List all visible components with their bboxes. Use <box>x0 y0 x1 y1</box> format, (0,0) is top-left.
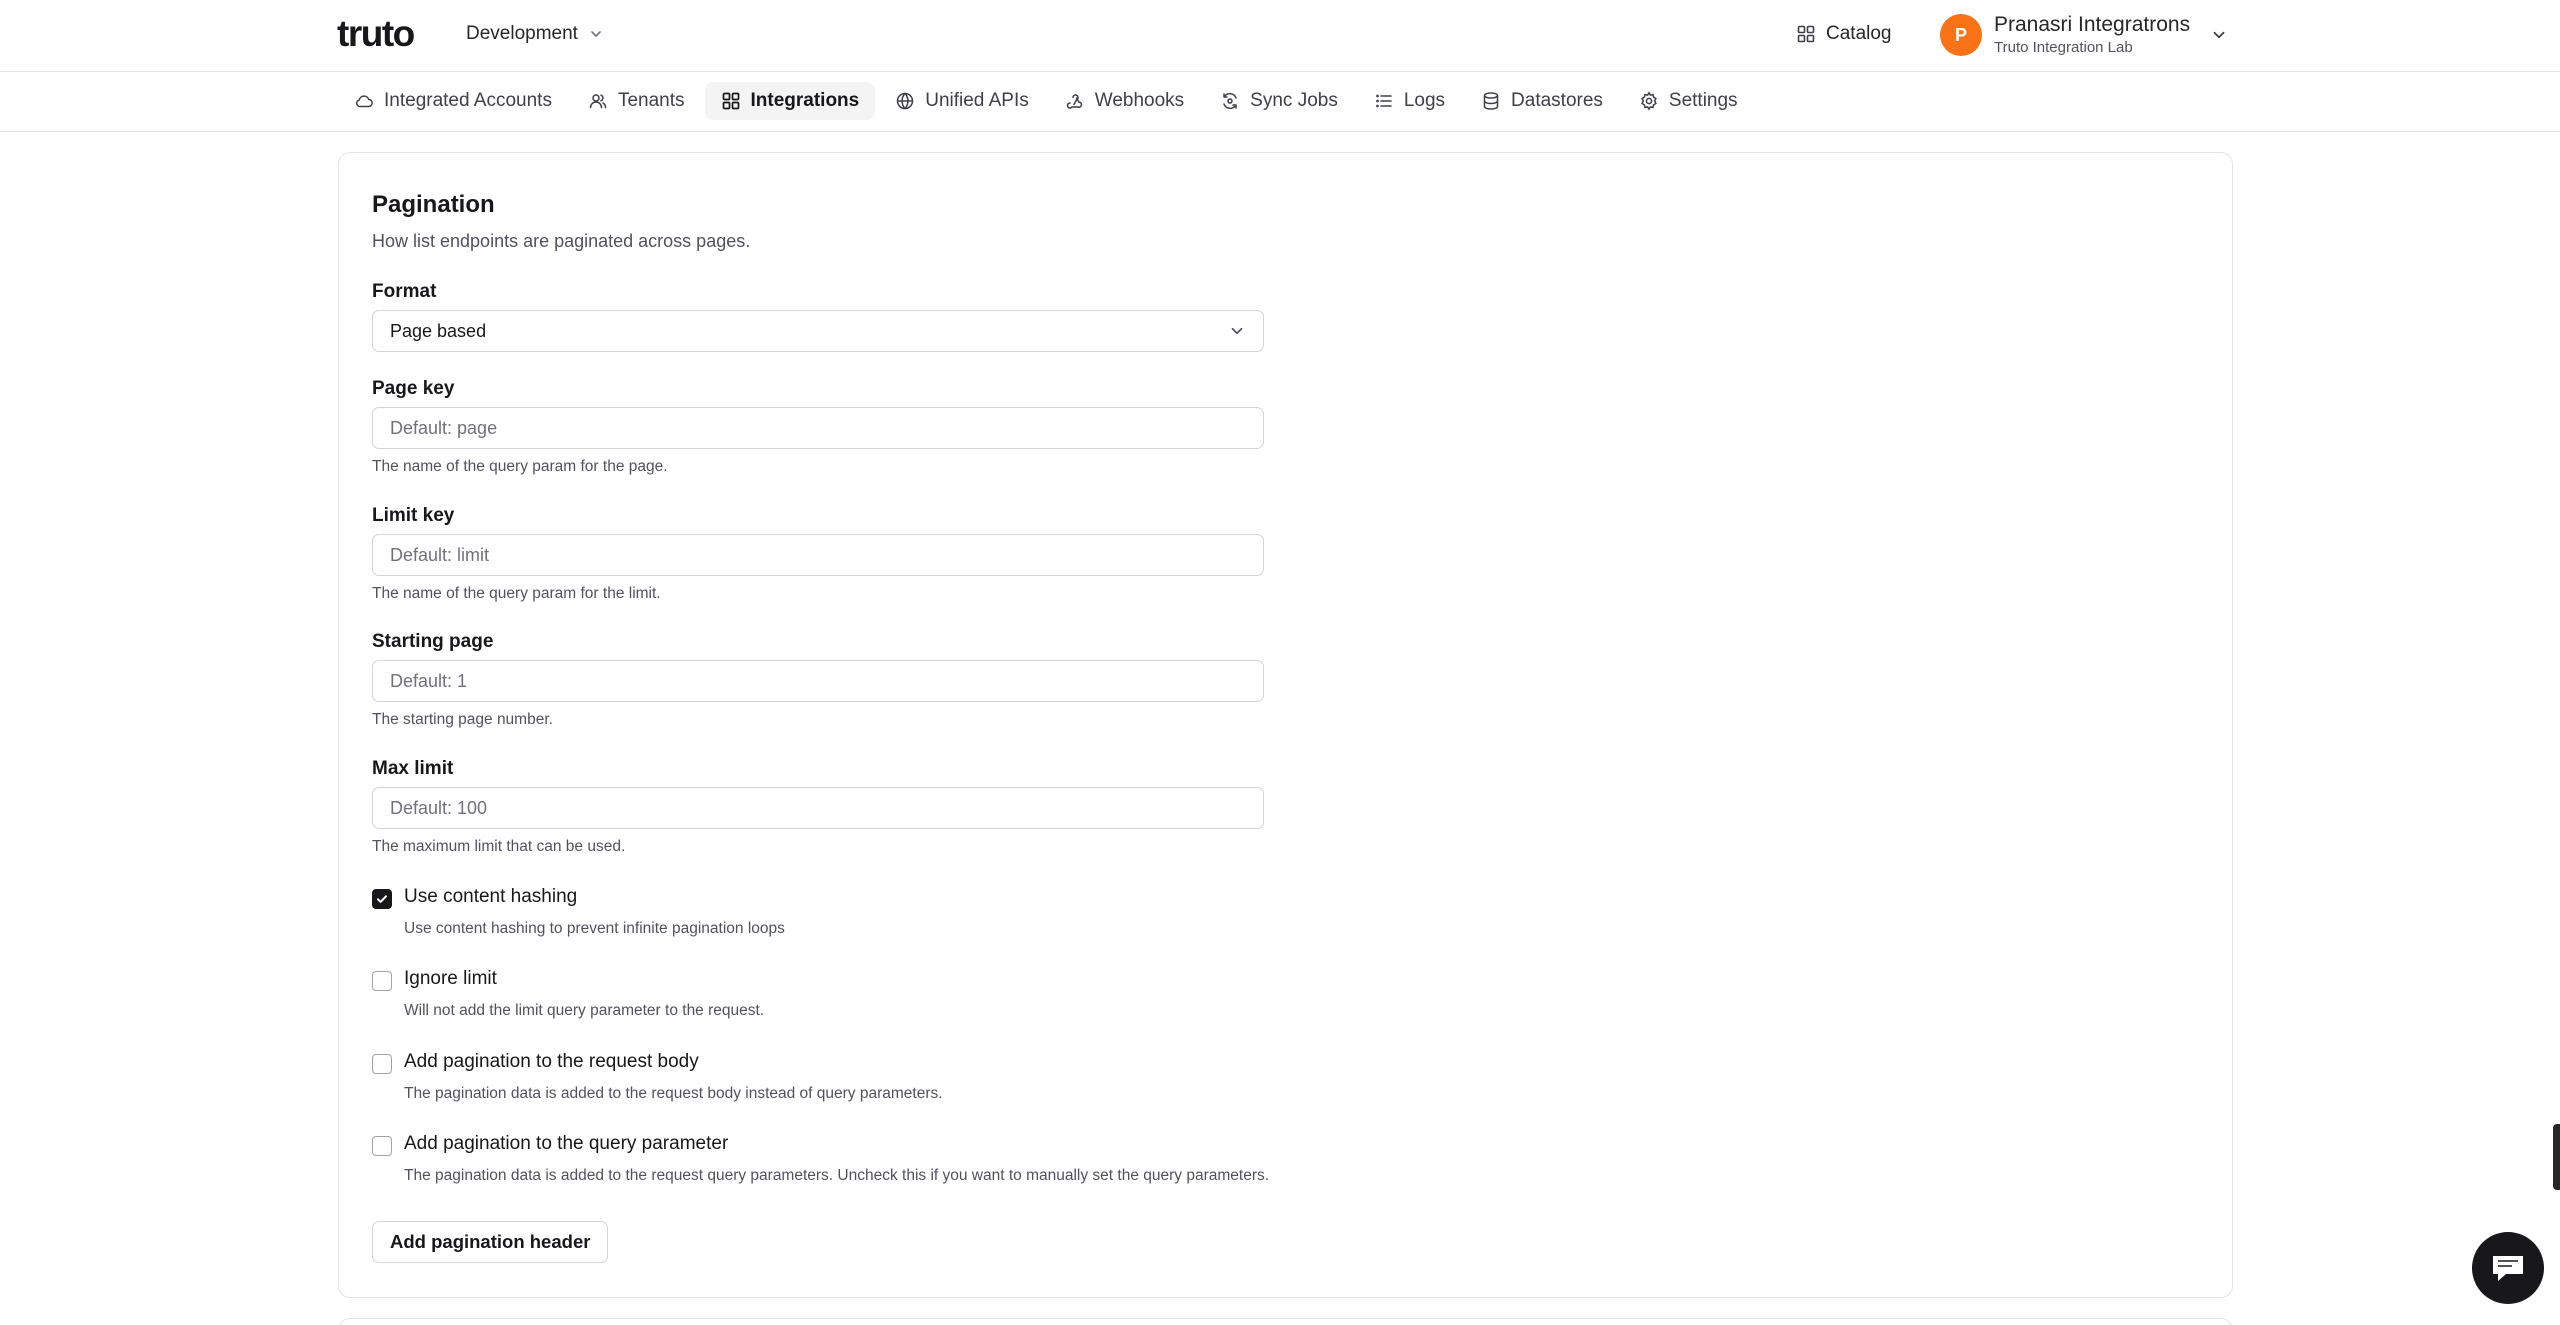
query-parameter-checkbox[interactable] <box>372 1136 392 1156</box>
tab-integrations[interactable]: Integrations <box>704 82 876 120</box>
query-parameter-help: The pagination data is added to the requ… <box>404 1167 1270 1184</box>
ignore-limit-checkbox[interactable] <box>372 971 392 991</box>
section-description: How list endpoints are paginated across … <box>372 231 751 251</box>
chevron-down-icon <box>591 31 601 37</box>
query-parameter-option: Add pagination to the query parameter Th… <box>372 1133 1269 1185</box>
tab-label: Settings <box>1668 90 1738 111</box>
list-icon <box>1375 94 1392 108</box>
ignore-limit-help: Will not add the limit query parameter t… <box>404 1002 765 1019</box>
tab-label: Tenants <box>617 90 685 111</box>
tab-webhooks[interactable]: Webhooks <box>1049 82 1200 120</box>
avatar-initial: P <box>1954 24 1967 45</box>
limit-key-input[interactable] <box>372 534 1264 576</box>
catalog-button[interactable]: Catalog <box>1796 18 1892 50</box>
catalog-label: Catalog <box>1826 23 1892 44</box>
limit-key-label: Limit key <box>372 505 455 526</box>
format-value: Page based <box>390 320 487 341</box>
organization-name: Truto Integration Lab <box>1994 39 2133 57</box>
webhook-icon <box>1066 94 1082 109</box>
tab-logs[interactable]: Logs <box>1358 82 1461 120</box>
truto-logo[interactable]: truto <box>337 13 415 54</box>
request-body-checkbox[interactable] <box>372 1054 392 1074</box>
request-body-help: The pagination data is added to the requ… <box>404 1085 943 1102</box>
tab-settings[interactable]: Settings <box>1623 82 1754 120</box>
pagination-card: Pagination How list endpoints are pagina… <box>338 152 2233 1298</box>
content-hashing-checkbox[interactable] <box>372 889 392 909</box>
add-pagination-header-button[interactable]: Add pagination header <box>372 1221 609 1263</box>
tab-label: Integrations <box>750 90 860 111</box>
next-section-card <box>338 1318 2233 1325</box>
users-icon <box>589 94 607 109</box>
tab-sync-jobs[interactable]: Sync Jobs <box>1204 82 1354 120</box>
ignore-limit-label[interactable]: Ignore limit <box>404 968 764 990</box>
tab-label: Webhooks <box>1094 90 1185 111</box>
chevron-down-icon <box>1231 327 1243 335</box>
logo-text: truto <box>337 13 415 54</box>
request-body-option: Add pagination to the request body The p… <box>372 1051 943 1103</box>
tab-unified-apis[interactable]: Unified APIs <box>879 82 1045 120</box>
sync-icon <box>1223 92 1237 110</box>
tab-label: Logs <box>1403 90 1446 111</box>
chat-launcher-button[interactable] <box>2472 1232 2544 1304</box>
max-limit-input[interactable] <box>372 787 1264 829</box>
tab-label: Sync Jobs <box>1250 90 1338 111</box>
content-hashing-option: Use content hashing Use content hashing … <box>372 886 785 938</box>
starting-page-help: The starting page number. <box>372 711 553 728</box>
ignore-limit-option: Ignore limit Will not add the limit quer… <box>372 968 764 1020</box>
starting-page-label: Starting page <box>372 631 494 652</box>
gear-icon <box>1641 91 1657 111</box>
check-icon <box>377 895 387 903</box>
section-title: Pagination <box>372 191 495 218</box>
format-label: Format <box>372 281 437 302</box>
content-hashing-help: Use content hashing to prevent infinite … <box>404 920 785 937</box>
chevron-down-icon <box>2213 31 2225 39</box>
starting-page-input[interactable] <box>372 660 1264 702</box>
main-nav: Integrated Accounts Tenants Integrations… <box>0 72 2560 132</box>
tab-label: Integrated Accounts <box>384 90 552 111</box>
environment-selector[interactable]: Development <box>466 20 604 48</box>
avatar: P <box>1940 14 1982 56</box>
page-key-input[interactable] <box>372 407 1264 449</box>
tab-integrated-accounts[interactable]: Integrated Accounts <box>338 82 568 120</box>
content-hashing-label[interactable]: Use content hashing <box>404 886 785 908</box>
user-name: Pranasri Integratrons <box>1994 13 2191 37</box>
limit-key-help: The name of the query param for the limi… <box>372 585 661 602</box>
format-select[interactable]: Page based <box>372 310 1264 352</box>
cloud-icon <box>355 95 373 108</box>
page-key-help: The name of the query param for the page… <box>372 458 668 475</box>
tab-datastores[interactable]: Datastores <box>1465 82 1619 120</box>
user-menu[interactable]: P Pranasri Integratrons Truto Integratio… <box>1940 10 2228 60</box>
database-icon <box>1483 92 1499 110</box>
page-key-label: Page key <box>372 378 455 399</box>
globe-icon <box>896 92 914 110</box>
chat-icon <box>2493 1256 2523 1281</box>
max-limit-label: Max limit <box>372 758 454 779</box>
top-header: truto Development Catalog P Pranasri Int… <box>0 0 2560 72</box>
tab-label: Datastores <box>1511 90 1603 111</box>
max-limit-help: The maximum limit that can be used. <box>372 838 626 855</box>
tab-tenants[interactable]: Tenants <box>572 82 701 120</box>
query-parameter-label[interactable]: Add pagination to the query parameter <box>404 1133 1269 1155</box>
grid-icon <box>1797 25 1815 43</box>
grid-icon <box>722 92 739 110</box>
feedback-edge-tab[interactable] <box>2553 1124 2560 1190</box>
environment-label: Development <box>466 23 578 44</box>
request-body-label[interactable]: Add pagination to the request body <box>404 1051 943 1073</box>
tab-label: Unified APIs <box>925 90 1029 111</box>
